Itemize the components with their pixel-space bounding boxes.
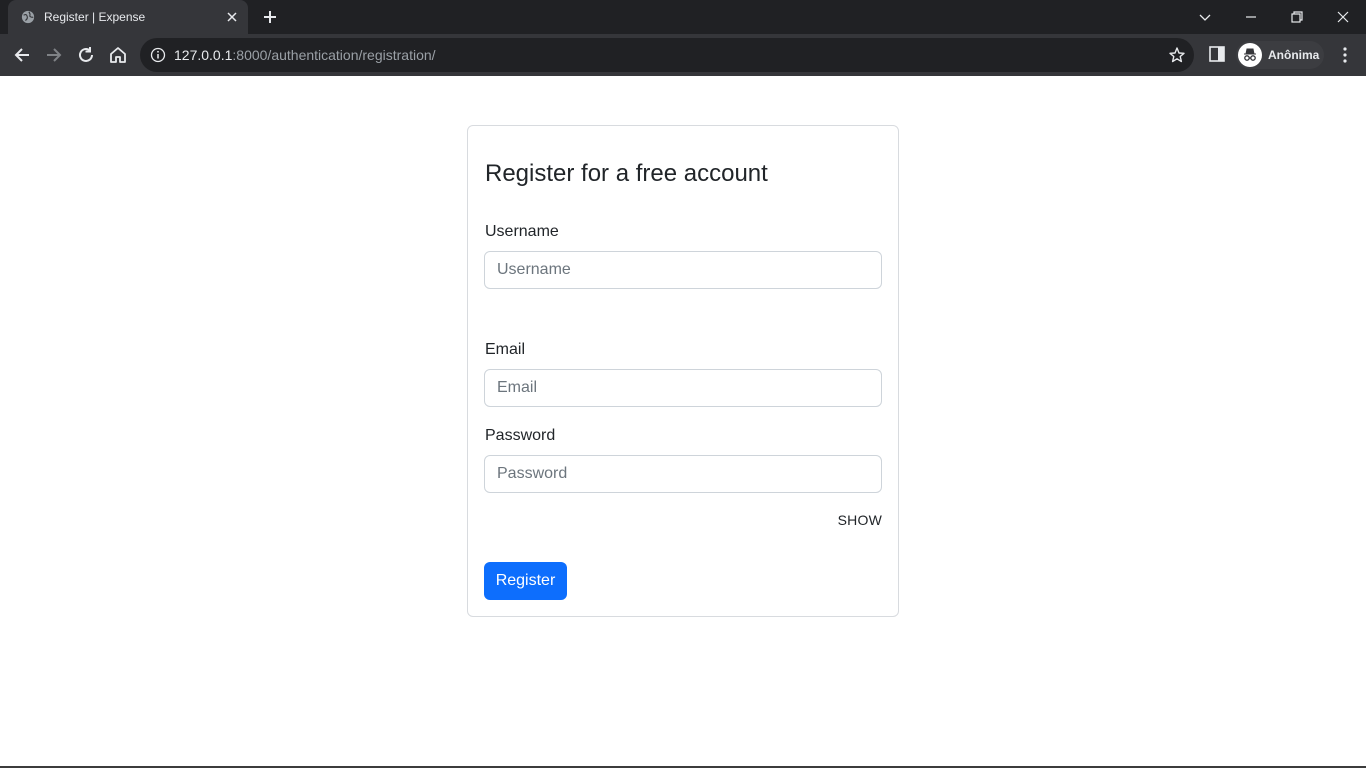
window-close-icon[interactable] <box>1333 7 1353 27</box>
tab-title: Register | Expense <box>44 10 146 24</box>
username-input[interactable] <box>484 251 882 289</box>
tab-search-icon[interactable] <box>1195 7 1215 27</box>
restore-icon[interactable] <box>1287 7 1307 27</box>
profile-label: Anônima <box>1268 48 1320 62</box>
profile-button[interactable]: Anônima <box>1236 41 1324 69</box>
tab-strip: Register | Expense <box>0 0 1366 34</box>
reload-icon[interactable] <box>75 44 97 66</box>
url-host: 127.0.0.1 <box>174 47 233 63</box>
browser-tab-active[interactable]: Register | Expense <box>8 0 248 34</box>
home-icon[interactable] <box>107 44 129 66</box>
page-viewport: Register for a free account Username Ema… <box>0 76 1366 766</box>
forward-arrow-icon[interactable] <box>43 44 65 66</box>
minimize-icon[interactable] <box>1241 7 1261 27</box>
show-password-toggle[interactable]: SHOW <box>838 512 882 528</box>
browser-toolbar: 127.0.0.1:8000/authentication/registrati… <box>0 34 1366 76</box>
password-input[interactable] <box>484 455 882 493</box>
bookmark-star-icon[interactable] <box>1168 46 1186 64</box>
email-input[interactable] <box>484 369 882 407</box>
more-vertical-icon[interactable] <box>1335 45 1355 65</box>
password-label: Password <box>485 427 556 444</box>
new-tab-icon[interactable] <box>261 8 279 26</box>
email-label: Email <box>485 341 526 358</box>
globe-icon <box>21 10 35 24</box>
side-panel-icon[interactable] <box>1208 45 1226 63</box>
site-info-icon[interactable] <box>150 47 166 63</box>
address-bar[interactable]: 127.0.0.1:8000/authentication/registrati… <box>140 38 1194 72</box>
register-button[interactable]: Register <box>484 562 567 600</box>
register-card: Register for a free account Username Ema… <box>467 125 899 617</box>
url-text[interactable]: 127.0.0.1:8000/authentication/registrati… <box>174 47 436 63</box>
incognito-icon <box>1238 43 1262 67</box>
url-path: :8000/authentication/registration/ <box>232 47 436 63</box>
close-icon[interactable] <box>224 9 240 25</box>
page-title: Register for a free account <box>485 160 768 187</box>
username-label: Username <box>485 223 559 240</box>
back-arrow-icon[interactable] <box>11 44 33 66</box>
